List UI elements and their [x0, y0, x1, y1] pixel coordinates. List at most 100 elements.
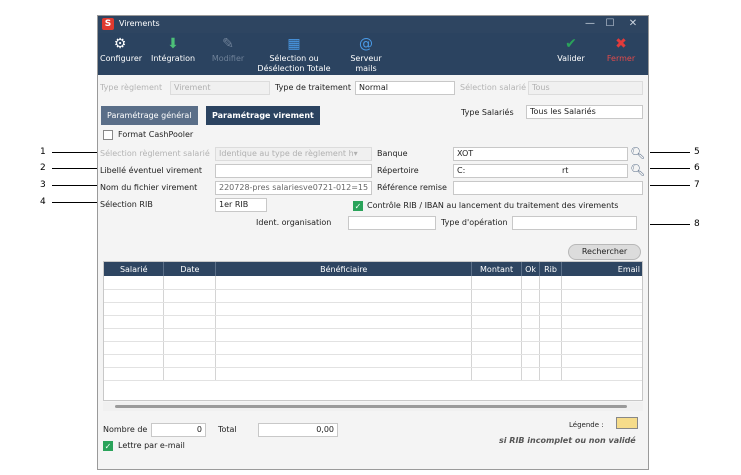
- selection-salarie-select[interactable]: Tous: [528, 81, 643, 95]
- download-icon: ⬇: [167, 36, 179, 52]
- ident-organisation-input[interactable]: [348, 216, 436, 230]
- selection-rib-select[interactable]: 1er RIB: [215, 198, 267, 212]
- annotation-line-7: [650, 185, 690, 186]
- integration-button[interactable]: ⬇ Intégration: [150, 36, 196, 64]
- table-row[interactable]: [104, 302, 642, 316]
- col-rib[interactable]: Rib: [539, 262, 563, 276]
- table-row[interactable]: [104, 328, 642, 342]
- valider-button[interactable]: ✔ Valider: [553, 36, 589, 64]
- format-cashpooler-checkbox[interactable]: [103, 130, 113, 143]
- col-beneficiaire[interactable]: Bénéficiaire: [215, 262, 473, 276]
- table-row[interactable]: [104, 341, 642, 355]
- total-value: 0,00: [258, 423, 338, 437]
- table-row[interactable]: [104, 276, 642, 290]
- scrollbar-thumb[interactable]: [115, 405, 627, 408]
- nom-fichier-label: Nom du fichier virement: [100, 183, 198, 192]
- integration-label: Intégration: [150, 54, 196, 63]
- annotation-line-6: [650, 168, 690, 169]
- check-icon: ✓: [103, 441, 113, 451]
- selection-rib-label: Sélection RIB: [100, 200, 153, 209]
- annotation-4: 4: [40, 197, 46, 207]
- at-icon: @: [359, 36, 373, 52]
- repertoire-suffix: rt: [562, 166, 569, 175]
- modifier-label: Modifier: [211, 54, 245, 63]
- sliders-icon: ⚙: [113, 36, 127, 52]
- minimize-button[interactable]: —: [581, 17, 599, 31]
- type-traitement-select[interactable]: Normal: [355, 81, 455, 95]
- table-row[interactable]: [104, 367, 642, 381]
- annotation-8: 8: [694, 219, 700, 229]
- type-reglement-label: Type règlement: [100, 83, 163, 92]
- lettre-email-checkbox[interactable]: ✓: [103, 441, 113, 452]
- table-row[interactable]: [104, 289, 642, 303]
- col-montant[interactable]: Montant: [471, 262, 523, 276]
- fermer-label: Fermer: [606, 54, 636, 63]
- lettre-email-label: Lettre par e-mail: [118, 441, 185, 450]
- col-salarie[interactable]: Salarié: [104, 262, 165, 276]
- table-header-row: Salarié Date Bénéficiaire Montant Ok Rib…: [104, 262, 642, 276]
- annotation-line-3: [52, 185, 98, 186]
- repertoire-input[interactable]: C: rt: [453, 164, 628, 178]
- close-window-button[interactable]: ✕: [624, 17, 642, 31]
- serveur-mails-button[interactable]: @ Serveur mails: [346, 36, 386, 74]
- reference-remise-label: Référence remise: [377, 183, 447, 192]
- rechercher-button[interactable]: Rechercher: [568, 244, 641, 260]
- toolbar: ⚙ Configurer ⬇ Intégration ✎ Modifier ▦ …: [98, 33, 648, 75]
- table-row[interactable]: [104, 315, 642, 329]
- valider-label: Valider: [557, 54, 585, 63]
- reference-remise-input[interactable]: [453, 181, 643, 195]
- type-operation-label: Type d'opération: [441, 218, 508, 227]
- banque-input[interactable]: XOT: [453, 147, 628, 161]
- libelle-input[interactable]: [215, 164, 372, 178]
- type-operation-input[interactable]: [512, 216, 637, 230]
- annotation-7: 7: [694, 180, 700, 190]
- modifier-button[interactable]: ✎ Modifier: [210, 36, 246, 64]
- legende-label: Légende :: [569, 421, 604, 429]
- ident-organisation-label: Ident. organisation: [256, 218, 332, 227]
- grid-icon: ▦: [287, 36, 301, 52]
- nom-fichier-input[interactable]: 220728-pres salariesve0721-012=15: [215, 181, 372, 195]
- col-email[interactable]: Email: [561, 262, 642, 276]
- maximize-button[interactable]: ☐: [601, 17, 619, 31]
- total-label: Total: [218, 425, 237, 434]
- virements-table: Salarié Date Bénéficiaire Montant Ok Rib…: [103, 261, 643, 401]
- nombre-label: Nombre de: [103, 425, 148, 434]
- annotation-2: 2: [40, 163, 46, 173]
- format-cashpooler-label: Format CashPooler: [118, 130, 194, 139]
- libelle-label: Libellé éventuel virement: [100, 166, 203, 175]
- type-salaries-select[interactable]: Tous les Salariés: [526, 105, 643, 119]
- selection-reglement-label: Sélection règlement salarié: [100, 149, 210, 158]
- app-logo-icon: S: [102, 18, 114, 30]
- selection-reglement-select[interactable]: Identique au type de règlement h▾: [215, 147, 372, 161]
- configurer-button[interactable]: ⚙ Configurer: [100, 36, 143, 64]
- fermer-button[interactable]: ✖ Fermer: [603, 36, 639, 64]
- controle-rib-checkbox[interactable]: ✓: [353, 201, 363, 212]
- table-row[interactable]: [104, 354, 642, 368]
- tab-parametrage-virement[interactable]: Paramétrage virement: [206, 106, 320, 125]
- horizontal-scrollbar[interactable]: [103, 402, 643, 411]
- nombre-value: 0: [151, 423, 206, 437]
- serveur-label: Serveur mails: [350, 54, 382, 73]
- annotation-6: 6: [694, 163, 700, 173]
- type-reglement-select[interactable]: Virement: [170, 81, 270, 95]
- col-date[interactable]: Date: [163, 262, 217, 276]
- repertoire-label: Répertoire: [377, 166, 419, 175]
- tab-parametrage-general[interactable]: Paramétrage général: [101, 106, 198, 125]
- checkbox-box: [103, 130, 113, 140]
- banque-search-icon[interactable]: 🔍︎: [630, 146, 645, 160]
- annotation-line-4: [52, 202, 98, 203]
- type-traitement-label: Type de traitement: [275, 83, 351, 92]
- annotation-3: 3: [40, 180, 46, 190]
- selection-totale-button[interactable]: ▦ Sélection ou Désélection Totale: [256, 36, 332, 74]
- annotation-line-8: [650, 224, 690, 225]
- col-ok[interactable]: Ok: [521, 262, 541, 276]
- check-icon: ✓: [353, 201, 363, 211]
- virements-window: S Virements — ☐ ✕ ⚙ Configurer ⬇ Intégra…: [97, 15, 649, 470]
- annotation-line-5: [650, 152, 690, 153]
- rib-note: si RIB incomplet ou non validé: [499, 436, 636, 445]
- repertoire-value: C:: [457, 166, 466, 175]
- controle-rib-label: Contrôle RIB / IBAN au lancement du trai…: [367, 201, 619, 210]
- configurer-label: Configurer: [100, 54, 143, 63]
- type-salaries-label: Type Salariés: [461, 108, 514, 117]
- repertoire-search-icon[interactable]: 🔍︎: [630, 163, 645, 177]
